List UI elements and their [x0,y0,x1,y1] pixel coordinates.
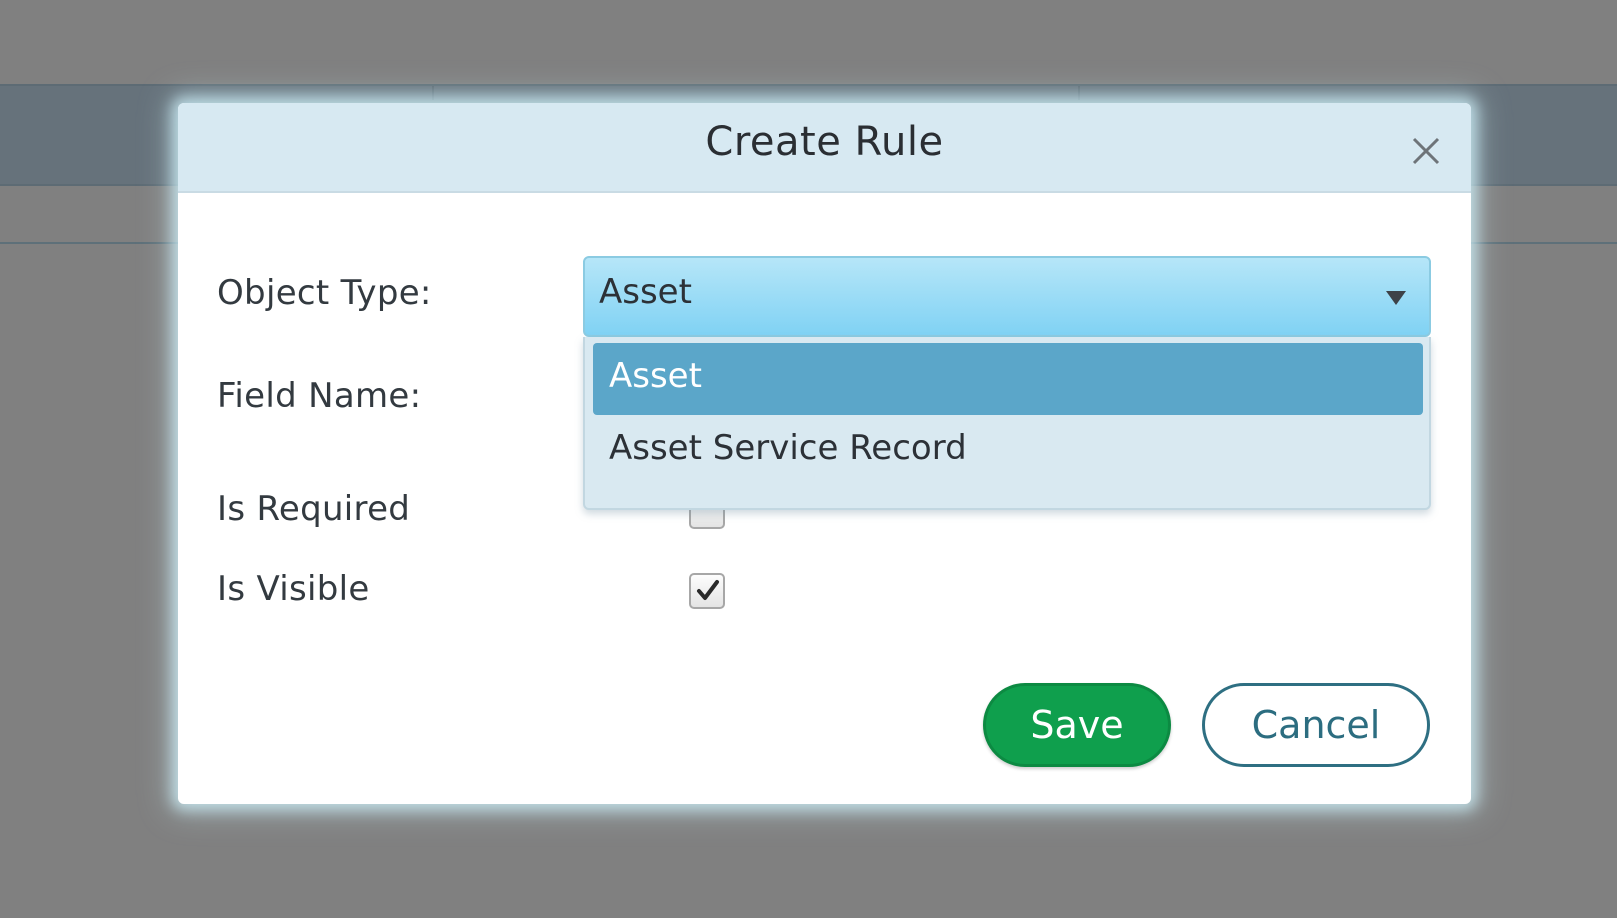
chevron-down-icon [1381,282,1411,312]
object-type-selected-value: Asset [599,272,692,312]
cancel-button[interactable]: Cancel [1202,683,1430,767]
background-divider [432,86,434,100]
dialog-title: Create Rule [705,119,944,165]
object-type-label: Object Type: [217,273,432,313]
background-divider [1078,86,1080,100]
dropdown-option-asset[interactable]: Asset [593,343,1423,415]
close-icon[interactable] [1408,133,1444,169]
checkmark-icon [697,580,719,600]
is-visible-checkbox[interactable] [689,573,725,609]
dropdown-option-asset-service-record[interactable]: Asset Service Record [593,415,1423,487]
is-required-label: Is Required [217,489,411,529]
dialog-header: Create Rule [178,103,1471,193]
field-name-label: Field Name: [217,376,422,416]
create-rule-dialog: Create Rule Object Type: Field Name: Is … [178,103,1471,804]
save-button[interactable]: Save [983,683,1171,767]
object-type-dropdown: Asset Asset Service Record [583,337,1431,510]
object-type-select[interactable]: Asset [583,256,1431,337]
is-visible-label: Is Visible [217,569,370,609]
